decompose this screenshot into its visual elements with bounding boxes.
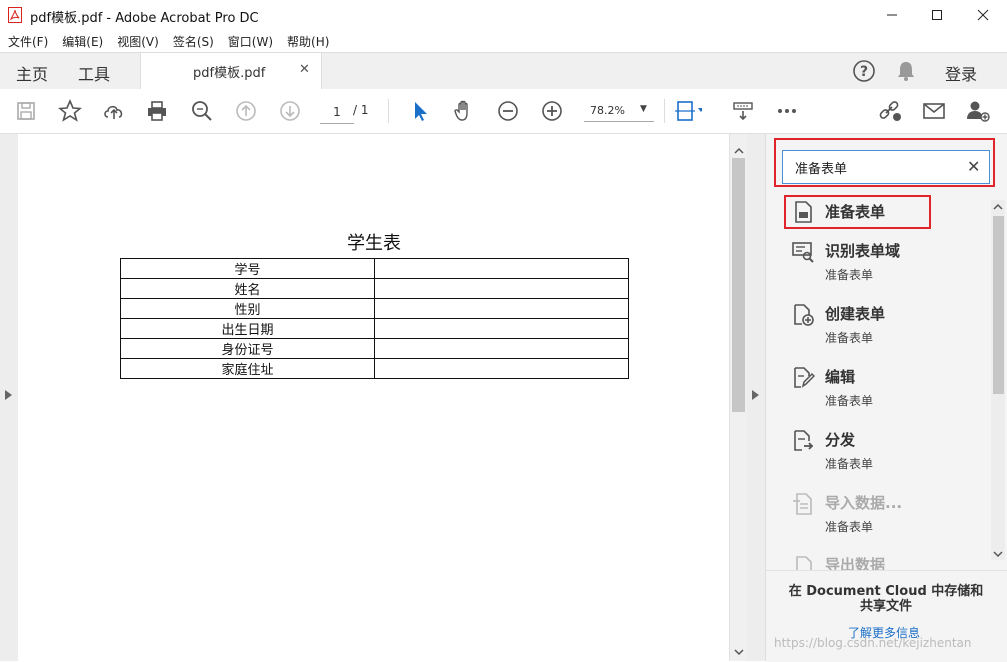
row-value — [374, 258, 629, 279]
document-page — [18, 134, 729, 661]
left-panel-toggle[interactable] — [0, 134, 18, 661]
login-button[interactable]: 登录 — [945, 61, 977, 85]
result-prepare-form[interactable]: 准备表单 — [825, 201, 885, 222]
results-scroll-thumb[interactable] — [993, 216, 1004, 394]
page-total: / 1 — [353, 103, 369, 117]
row-label: 身份证号 — [120, 338, 375, 359]
svg-text:?: ? — [860, 64, 868, 80]
table-row: 学号 — [120, 258, 629, 279]
page-number-input[interactable] — [320, 101, 354, 124]
result-import-data[interactable]: 导入数据... — [825, 492, 902, 513]
menu-sign[interactable]: 签名(S) — [173, 33, 214, 50]
row-label: 家庭住址 — [120, 358, 375, 379]
result-edit[interactable]: 编辑 — [825, 366, 855, 387]
document-tab-label: pdf模板.pdf — [193, 66, 266, 81]
row-value — [374, 318, 629, 339]
document-scroll-thumb[interactable] — [732, 158, 745, 412]
result-category: 准备表单 — [825, 331, 874, 345]
chevron-down-icon: ▼ — [640, 104, 647, 114]
table-row: 姓名 — [120, 278, 629, 299]
result-identify-fields[interactable]: 识别表单域 — [825, 240, 900, 261]
title-bar: pdf模板.pdf - Adobe Acrobat Pro DC — [0, 0, 1007, 30]
email-icon[interactable] — [920, 97, 948, 125]
toolbar-divider — [664, 99, 665, 123]
tab-bar: 主页 工具 pdf模板.pdf ✕ ? 登录 — [0, 52, 1007, 90]
close-tab-icon[interactable]: ✕ — [299, 62, 310, 77]
right-panel-toggle[interactable] — [747, 134, 766, 661]
table-row: 身份证号 — [120, 338, 629, 359]
maximize-button[interactable] — [914, 0, 960, 30]
edit-form-icon — [791, 366, 816, 393]
more-options-icon[interactable] — [773, 97, 801, 125]
previous-page-icon[interactable] — [232, 97, 260, 125]
table-row: 家庭住址 — [120, 358, 629, 379]
close-window-button[interactable] — [960, 0, 1006, 30]
result-category: 准备表单 — [825, 394, 874, 408]
watermark-text: https://blog.csdn.net/kejizhentan — [774, 636, 972, 650]
search-zoom-icon[interactable] — [188, 97, 216, 125]
minimize-button[interactable] — [869, 0, 915, 30]
prepare-form-icon — [791, 200, 815, 227]
table-row: 出生日期 — [120, 318, 629, 339]
identify-fields-icon — [791, 240, 815, 267]
row-label: 出生日期 — [120, 318, 375, 339]
select-cursor-icon[interactable] — [406, 97, 434, 125]
clear-search-icon[interactable]: ✕ — [967, 157, 980, 176]
import-data-icon — [791, 492, 815, 519]
add-user-icon[interactable] — [964, 97, 992, 125]
row-label: 姓名 — [120, 278, 375, 299]
hand-tool-icon[interactable] — [450, 97, 478, 125]
scroll-mode-icon[interactable] — [729, 97, 757, 125]
zoom-in-icon[interactable] — [538, 97, 566, 125]
notification-bell-icon[interactable] — [895, 59, 917, 86]
row-value — [374, 278, 629, 299]
toolbar: / 1 78.2% ▼ — [0, 89, 1007, 134]
bookmark-star-icon[interactable] — [56, 97, 84, 125]
next-page-icon[interactable] — [276, 97, 304, 125]
zoom-out-icon[interactable] — [494, 97, 522, 125]
acrobat-app-icon — [8, 7, 22, 23]
student-form-table: 学号 姓名 性别 出生日期 身份证号 家庭住址 — [120, 258, 629, 379]
result-export-data-clip: 导出数据 — [825, 554, 885, 570]
result-category: 准备表单 — [825, 457, 874, 471]
row-value — [374, 298, 629, 319]
cloud-storage-message: 在 Document Cloud 中存储和共享文件 — [788, 584, 984, 614]
zoom-level-select[interactable]: 78.2% ▼ — [584, 101, 654, 122]
row-value — [374, 338, 629, 359]
tab-tools[interactable]: 工具 — [78, 61, 110, 85]
create-form-icon — [791, 303, 815, 330]
menu-view[interactable]: 视图(V) — [117, 33, 159, 50]
save-icon[interactable] — [12, 97, 40, 125]
share-link-icon[interactable] — [876, 97, 904, 125]
menu-bar: 文件(F) 编辑(E) 视图(V) 签名(S) 窗口(W) 帮助(H) — [0, 30, 1007, 52]
menu-file[interactable]: 文件(F) — [8, 33, 48, 50]
tool-search-input[interactable] — [782, 150, 990, 184]
document-title: 学生表 — [347, 233, 401, 254]
row-label: 学号 — [120, 258, 375, 279]
zoom-level-value: 78.2% — [590, 104, 625, 117]
fit-page-icon[interactable] — [674, 97, 702, 125]
print-icon[interactable] — [143, 97, 171, 125]
row-label: 性别 — [120, 298, 375, 319]
result-category: 准备表单 — [825, 520, 874, 534]
window-title: pdf模板.pdf - Adobe Acrobat Pro DC — [30, 11, 259, 26]
menu-help[interactable]: 帮助(H) — [287, 33, 329, 50]
toolbar-divider — [388, 99, 389, 123]
export-data-icon — [791, 555, 815, 570]
menu-window[interactable]: 窗口(W) — [228, 33, 273, 50]
table-row: 性别 — [120, 298, 629, 319]
result-create-form[interactable]: 创建表单 — [825, 303, 885, 324]
distribute-icon — [791, 429, 815, 456]
result-distribute[interactable]: 分发 — [825, 429, 855, 450]
result-export-data[interactable]: 导出数据 — [825, 556, 885, 570]
help-icon[interactable]: ? — [852, 59, 876, 86]
result-category: 准备表单 — [825, 268, 874, 282]
upload-cloud-icon[interactable] — [100, 97, 128, 125]
menu-edit[interactable]: 编辑(E) — [62, 33, 103, 50]
row-value — [374, 358, 629, 379]
tab-document[interactable]: pdf模板.pdf ✕ — [140, 53, 322, 89]
tab-home[interactable]: 主页 — [16, 61, 48, 85]
